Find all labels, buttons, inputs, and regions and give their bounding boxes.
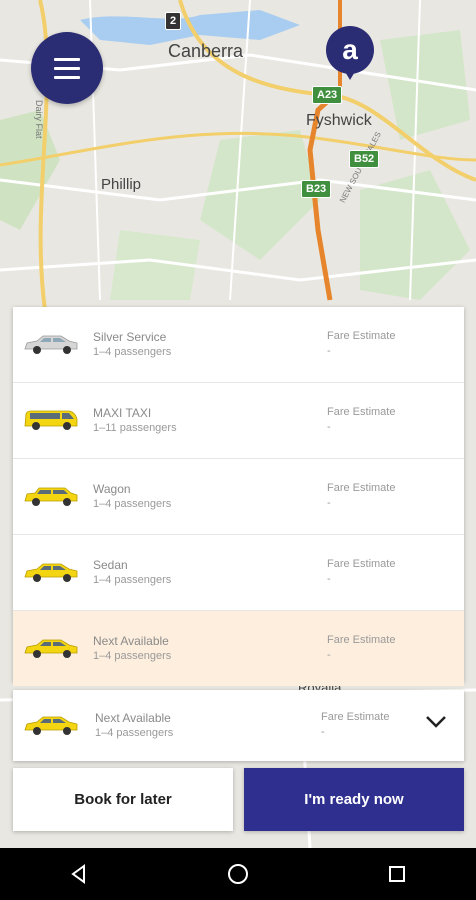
recents-button[interactable] <box>367 848 427 900</box>
home-button[interactable] <box>208 848 268 900</box>
vehicle-name: MAXI TAXI <box>93 406 152 420</box>
back-triangle-icon <box>71 864 86 884</box>
home-circle-icon <box>227 864 248 884</box>
fare-estimate-label: Fare Estimate <box>327 482 396 494</box>
fare-estimate-value: - <box>327 497 331 509</box>
vehicle-name: Silver Service <box>93 330 167 344</box>
vehicle-row-maxi-taxi[interactable]: MAXI TAXI 1–11 passengers Fare Estimate … <box>13 383 464 459</box>
fare-estimate-value: - <box>321 726 325 738</box>
map-label-fyshwick: Fyshwick <box>306 112 372 129</box>
fare-estimate-value: - <box>327 421 331 433</box>
road-shield-2: 2 <box>165 12 182 30</box>
vehicle-passengers: 1–11 passengers <box>93 422 177 434</box>
vehicle-passengers: 1–4 passengers <box>93 346 172 358</box>
vehicle-name: Next Available <box>93 634 169 648</box>
map-label-phillip: Phillip <box>101 176 142 193</box>
vehicle-name: Sedan <box>93 558 128 572</box>
fare-estimate-value: - <box>327 345 331 357</box>
recents-square-icon <box>388 866 405 882</box>
back-button[interactable] <box>49 848 109 900</box>
vehicle-passengers: 1–4 passengers <box>93 650 172 662</box>
vehicle-row-sedan[interactable]: Sedan 1–4 passengers Fare Estimate - <box>13 535 464 611</box>
road-shield-b52: B52 <box>349 150 380 168</box>
pickup-location-pin[interactable]: a <box>326 26 374 74</box>
road-shield-a23: A23 <box>312 86 343 104</box>
vehicle-passengers: 1–4 passengers <box>93 574 172 586</box>
book-for-later-button[interactable]: Book for later <box>13 768 233 831</box>
road-shield-b23: B23 <box>301 180 332 198</box>
sedan-taxi-icon <box>24 639 78 658</box>
vehicle-row-silver-service[interactable]: Silver Service 1–4 passengers Fare Estim… <box>13 307 464 383</box>
selected-vehicle-name: Next Available <box>95 711 171 725</box>
vehicle-name: Wagon <box>93 482 131 496</box>
chevron-down-icon[interactable] <box>425 715 447 729</box>
fare-estimate-label: Fare Estimate <box>327 406 396 418</box>
fare-estimate-label: Fare Estimate <box>321 711 390 723</box>
sedan-taxi-icon <box>24 563 78 582</box>
selected-vehicle-passengers: 1–4 passengers <box>95 727 174 739</box>
fare-estimate-label: Fare Estimate <box>327 330 396 342</box>
map-label-road: Dairy Flat <box>34 100 44 139</box>
ready-now-button[interactable]: I'm ready now <box>244 768 464 831</box>
vehicle-passengers: 1–4 passengers <box>93 498 172 510</box>
vehicle-list: Silver Service 1–4 passengers Fare Estim… <box>13 307 464 686</box>
pin-tail-icon <box>344 70 356 80</box>
vehicle-row-wagon[interactable]: Wagon 1–4 passengers Fare Estimate - <box>13 459 464 535</box>
pin-letter: a <box>342 34 358 65</box>
vehicle-row-next-available[interactable]: Next Available 1–4 passengers Fare Estim… <box>13 611 464 686</box>
system-navigation-bar <box>0 848 476 900</box>
silver-sedan-icon <box>24 335 78 354</box>
maxi-taxi-icon <box>24 410 78 430</box>
map-label-canberra: Canberra <box>168 41 244 61</box>
fare-estimate-label: Fare Estimate <box>327 558 396 570</box>
fare-estimate-label: Fare Estimate <box>327 634 396 646</box>
menu-button[interactable] <box>31 32 103 104</box>
fare-estimate-value: - <box>327 649 331 661</box>
wagon-taxi-icon <box>24 487 78 506</box>
selected-vehicle-dropdown[interactable]: Next Available 1–4 passengers Fare Estim… <box>13 690 464 761</box>
hamburger-menu-icon <box>54 52 80 85</box>
fare-estimate-value: - <box>327 573 331 585</box>
sedan-taxi-icon <box>24 716 78 735</box>
